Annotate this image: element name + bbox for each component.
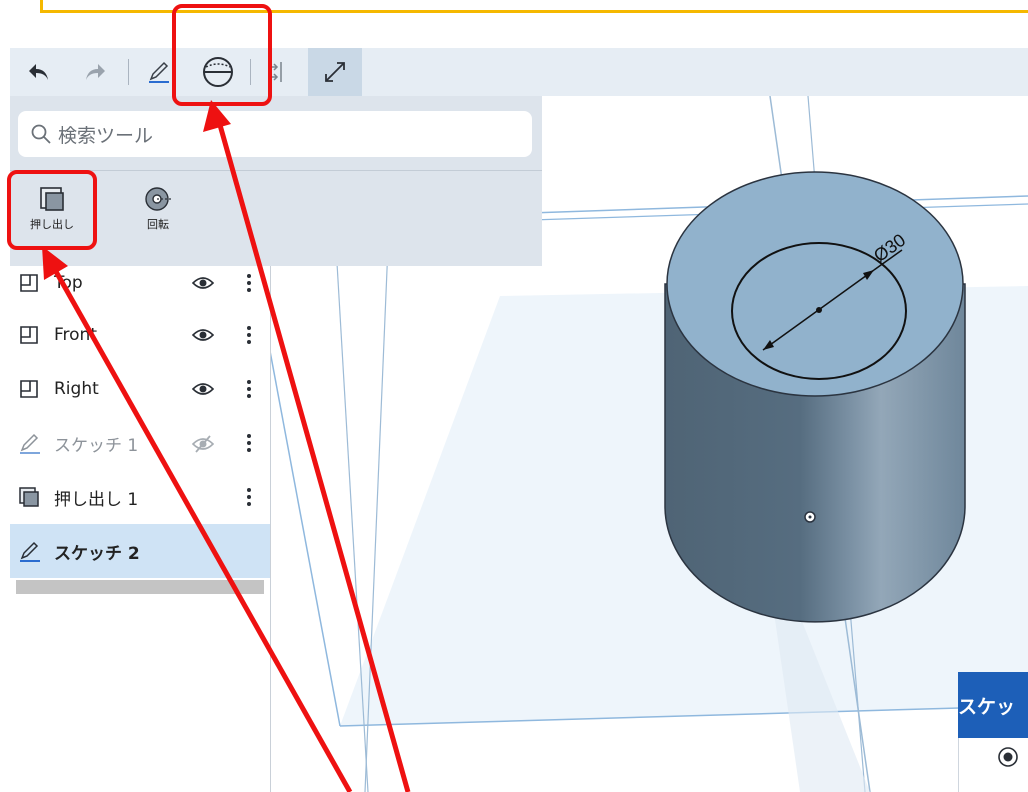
plane-icon [20,274,38,292]
redo-icon [86,64,105,80]
eye-icon[interactable] [192,275,214,291]
feature-name: Front [54,325,97,345]
sketch-dialog-title: スケッ [958,695,1016,718]
feature-row-extrude-1[interactable]: 押し出し 1 [10,470,270,524]
rollback-bar[interactable] [16,580,264,594]
feature-name: 押し出し 1 [54,489,139,510]
more-options-icon[interactable] [246,433,252,453]
eye-icon[interactable] [192,381,214,397]
origin-dot [808,515,812,519]
tool-label: 回転 [147,218,169,231]
radio-selected-icon[interactable] [997,746,1019,768]
feature-name: Top [54,273,83,293]
redo-button[interactable] [80,48,110,96]
undo-button[interactable] [24,48,54,96]
eye-icon[interactable] [192,327,214,343]
toolbar-separator [128,59,129,85]
highlight-box-extrude-tool [7,170,97,250]
feature-row-front[interactable]: Front [10,308,270,362]
plane-icon [20,326,38,344]
tool-revolve[interactable]: 回転 [128,184,188,244]
more-options-icon[interactable] [246,325,252,345]
sketch-dialog-header: スケッ [958,672,1028,738]
expand-arrows-icon [325,62,345,82]
sketch-button[interactable] [142,48,176,96]
feature-row-sketch-1[interactable]: スケッチ 1 [10,416,270,470]
pencil-icon [20,541,40,562]
top-toolbar [10,48,1028,96]
feature-row-right[interactable]: Right [10,362,270,416]
feature-row-top[interactable]: Top [10,256,270,310]
highlight-box-plane-tool [172,4,272,106]
extrude-icon [19,487,39,507]
feature-name: スケッチ 2 [54,543,140,564]
sketch-dialog-body [958,738,1028,792]
search-placeholder: 検索ツール [58,124,154,147]
search-icon [31,124,51,144]
tool-search-input[interactable]: 検索ツール [18,111,532,157]
more-options-icon[interactable] [246,379,252,399]
more-options-icon[interactable] [246,273,252,293]
pencil-icon [20,433,40,454]
circle-center-point[interactable] [816,307,822,313]
revolve-icon [145,187,171,211]
more-options-icon[interactable] [246,487,252,507]
feature-list: Top Front Right スケッチ 1 押し出し 1 スケッチ 2 [10,266,271,792]
view-button[interactable] [308,48,362,96]
feature-name: Right [54,379,99,399]
undo-icon [29,64,48,80]
plane-edge [270,350,341,727]
eye-hidden-icon[interactable] [192,435,214,453]
plane-icon [20,380,38,398]
cylinder-top-face[interactable] [666,171,964,397]
feature-name: スケッチ 1 [54,435,139,456]
feature-row-sketch-2[interactable]: スケッチ 2 [10,524,270,578]
pencil-icon [149,61,169,83]
